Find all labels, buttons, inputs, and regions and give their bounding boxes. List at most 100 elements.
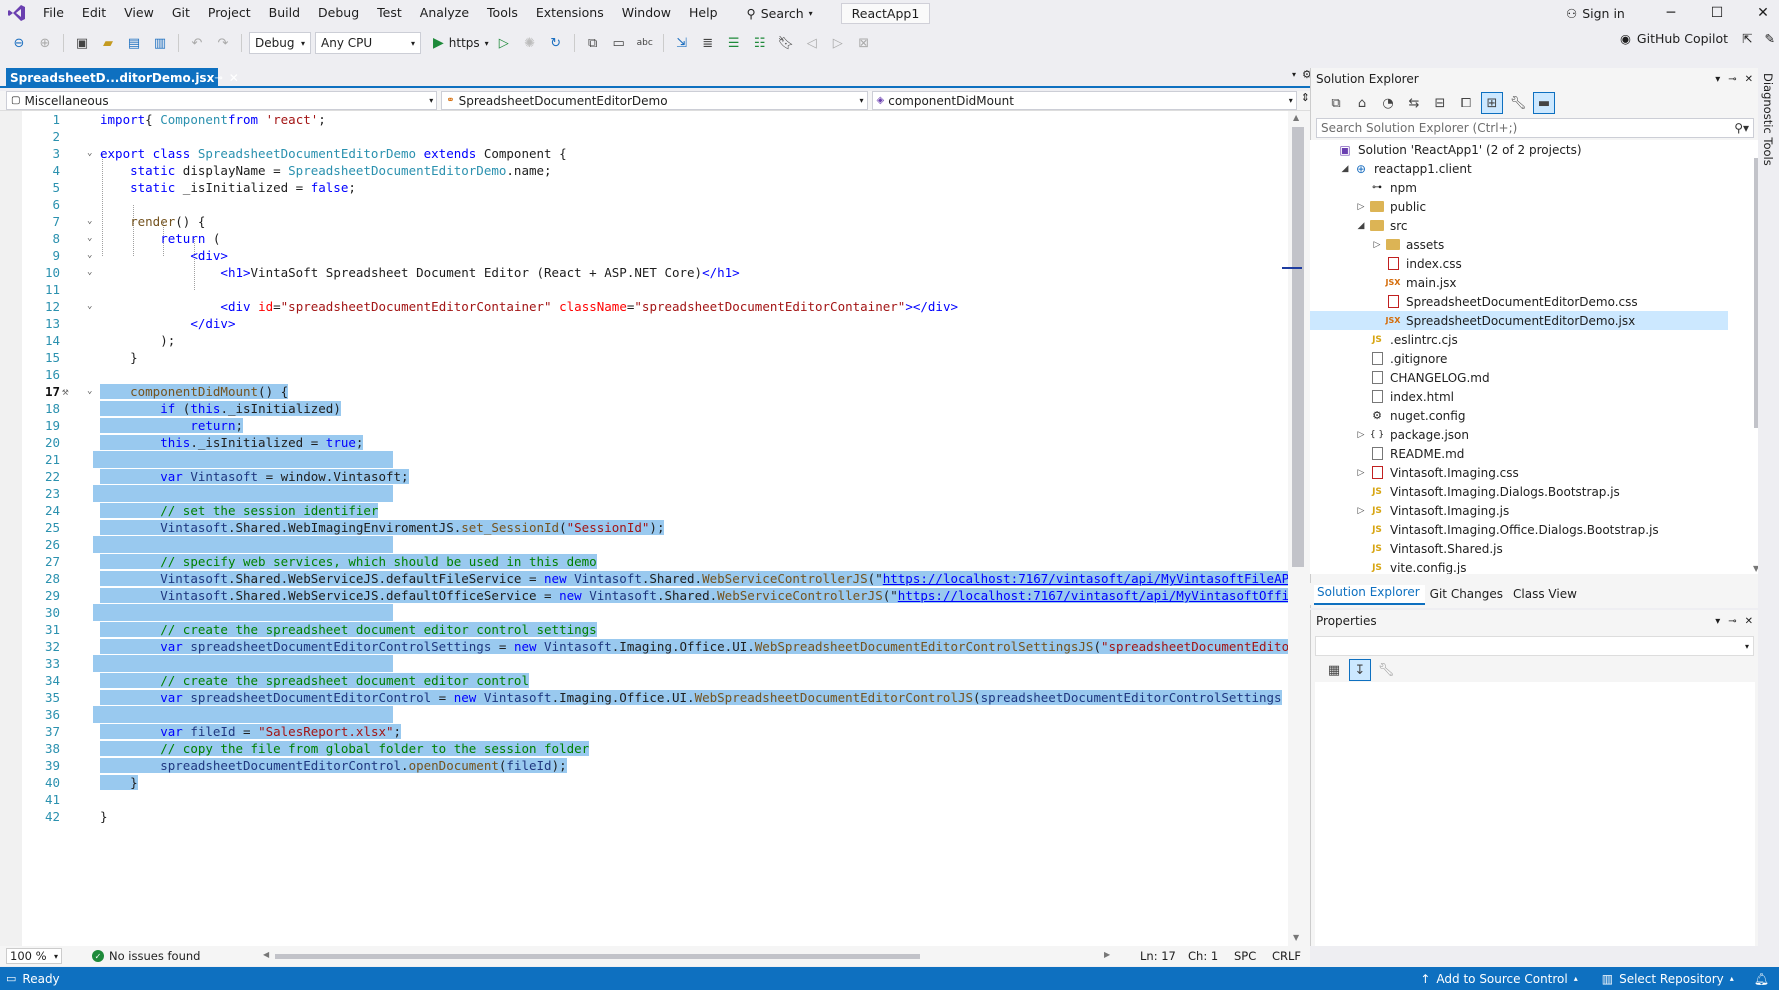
tree-item[interactable]: JSX main.jsx bbox=[1310, 273, 1758, 292]
tab-list-icon[interactable]: ▾ bbox=[1292, 70, 1296, 79]
menu-test[interactable]: Test bbox=[368, 0, 411, 26]
fold-toggle-icon[interactable]: ⌄ bbox=[87, 247, 97, 264]
collapse-all-icon[interactable]: ⊟ bbox=[1429, 92, 1451, 114]
save-all-icon[interactable]: ▥ bbox=[149, 32, 171, 54]
select-repository-button[interactable]: ▥ Select Repository ▴ bbox=[1602, 972, 1734, 986]
vertical-scroll-thumb[interactable] bbox=[1292, 127, 1304, 567]
copy-icon[interactable]: ⧠ bbox=[1455, 92, 1477, 114]
switch-views-icon[interactable]: ⧉ bbox=[1325, 92, 1347, 114]
horizontal-scroll-thumb[interactable] bbox=[275, 954, 920, 959]
tree-item[interactable]: JS Vintasoft.Imaging.Office.Dialogs.Boots… bbox=[1310, 520, 1758, 539]
search-box[interactable]: ⚲ Search ▾ bbox=[741, 6, 819, 21]
tree-item[interactable]: SpreadsheetDocumentEditorDemo.css bbox=[1310, 292, 1758, 311]
show-all-files-icon[interactable]: ⊞ bbox=[1481, 92, 1503, 114]
line-ending-indicator[interactable]: CRLF bbox=[1272, 949, 1301, 963]
tree-item[interactable]: ⊶ npm bbox=[1310, 178, 1758, 197]
tab-class-view[interactable]: Class View bbox=[1510, 587, 1582, 605]
platform-dropdown[interactable]: Any CPU ▾ bbox=[315, 32, 421, 54]
fold-toggle-icon[interactable]: ⌄ bbox=[87, 383, 97, 400]
sign-in-button[interactable]: ⚇ Sign in bbox=[1566, 0, 1625, 26]
fold-toggle-icon[interactable]: ⌄ bbox=[87, 298, 97, 315]
fold-toggle-icon[interactable]: ⌄ bbox=[87, 264, 97, 281]
fold-toggle-icon[interactable]: ⌄ bbox=[87, 213, 97, 230]
object-selector[interactable]: ▾ bbox=[1315, 636, 1754, 656]
scroll-left-icon[interactable]: ◀ bbox=[263, 950, 269, 959]
tree-item[interactable]: index.html bbox=[1310, 387, 1758, 406]
close-icon[interactable]: ✕ bbox=[1745, 74, 1753, 85]
tree-item[interactable]: ◢ ⊕ reactapp1.client bbox=[1310, 159, 1758, 178]
redo-icon[interactable]: ↷ bbox=[212, 32, 234, 54]
menu-window[interactable]: Window bbox=[613, 0, 680, 26]
tree-item[interactable]: CHANGELOG.md bbox=[1310, 368, 1758, 387]
feedback-icon[interactable]: ✎ bbox=[1765, 31, 1775, 46]
configuration-dropdown[interactable]: Debug ▾ bbox=[249, 32, 311, 54]
pin-icon[interactable]: ⊸ bbox=[1728, 616, 1736, 627]
tree-item[interactable]: ▷ public bbox=[1310, 197, 1758, 216]
expander-icon[interactable]: ▷ bbox=[1354, 202, 1368, 212]
zoom-dropdown[interactable]: 100 % ▾ bbox=[6, 948, 62, 964]
preview-icon[interactable]: ▬ bbox=[1533, 92, 1555, 114]
start-without-debugging-icon[interactable]: ▷ bbox=[493, 32, 515, 54]
expander-icon[interactable]: ◢ bbox=[1354, 221, 1368, 231]
menu-project[interactable]: Project bbox=[199, 0, 260, 26]
open-folder-icon[interactable]: ▰ bbox=[97, 32, 119, 54]
back-icon[interactable]: ⊖ bbox=[8, 32, 30, 54]
tree-item[interactable]: JS Vintasoft.Shared.js bbox=[1310, 539, 1758, 558]
tree-item[interactable]: README.md bbox=[1310, 444, 1758, 463]
menu-help[interactable]: Help bbox=[680, 0, 727, 26]
expander-icon[interactable]: ▷ bbox=[1354, 430, 1368, 440]
format-icon[interactable]: ≣ bbox=[697, 32, 719, 54]
tree-item[interactable]: ⚙ nuget.config bbox=[1310, 406, 1758, 425]
bookmark-icon[interactable]: 🔖︎ bbox=[775, 32, 797, 54]
project-dropdown[interactable]: ▢ Miscellaneous ▾ bbox=[6, 91, 438, 110]
expander-icon[interactable]: ▷ bbox=[1370, 240, 1384, 250]
scroll-right-icon[interactable]: ▶ bbox=[1104, 950, 1110, 959]
menu-debug[interactable]: Debug bbox=[309, 0, 368, 26]
refresh-icon[interactable]: ↻ bbox=[545, 32, 567, 54]
split-icon[interactable]: ⇕ bbox=[1301, 91, 1310, 110]
tree-item[interactable]: ▷ JS Vintasoft.Imaging.js bbox=[1310, 501, 1758, 520]
menu-file[interactable]: File bbox=[34, 0, 73, 26]
member-dropdown[interactable]: ◈ componentDidMount ▾ bbox=[871, 91, 1297, 110]
close-icon[interactable]: ✕ bbox=[1745, 616, 1753, 627]
next-bookmark-icon[interactable]: ▷ bbox=[827, 32, 849, 54]
window-position-icon[interactable]: ▾ bbox=[1715, 616, 1720, 627]
tab-solution-explorer[interactable]: Solution Explorer bbox=[1314, 585, 1425, 605]
tree-item[interactable]: JS Vintasoft.Imaging.Dialogs.Bootstrap.js bbox=[1310, 482, 1758, 501]
pin-icon[interactable]: ⊸ bbox=[1728, 74, 1736, 85]
comment-icon[interactable]: ☰ bbox=[723, 32, 745, 54]
tree-item[interactable]: ▷ Vintasoft.Imaging.css bbox=[1310, 463, 1758, 482]
tree-item[interactable]: .gitignore bbox=[1310, 349, 1758, 368]
whitespace-indicator[interactable]: SPC bbox=[1234, 949, 1256, 963]
menu-edit[interactable]: Edit bbox=[73, 0, 115, 26]
scroll-down-icon[interactable]: ▼ bbox=[1293, 933, 1299, 942]
prev-bookmark-icon[interactable]: ◁ bbox=[801, 32, 823, 54]
step-icon[interactable]: ⇲ bbox=[671, 32, 693, 54]
expander-icon[interactable]: ◢ bbox=[1338, 164, 1352, 174]
alphabetical-icon[interactable]: ↧ bbox=[1349, 659, 1371, 681]
sync-icon[interactable]: ⇆ bbox=[1403, 92, 1425, 114]
tree-item[interactable]: JS vite.config.js bbox=[1310, 558, 1758, 575]
visual-studio-logo-icon[interactable] bbox=[0, 0, 34, 26]
expander-icon[interactable]: ▷ bbox=[1354, 468, 1368, 478]
tree-item[interactable]: ▷ assets bbox=[1310, 235, 1758, 254]
tab-git-changes[interactable]: Git Changes bbox=[1427, 587, 1508, 605]
hot-reload-icon[interactable]: ✺ bbox=[519, 32, 541, 54]
menu-tools[interactable]: Tools bbox=[478, 0, 527, 26]
clear-bookmarks-icon[interactable]: ⊠ bbox=[853, 32, 875, 54]
properties-icon[interactable]: 🔧︎ bbox=[1507, 92, 1529, 114]
add-to-source-control-button[interactable]: ↑ Add to Source Control ▴ bbox=[1420, 972, 1577, 986]
close-tab-icon[interactable]: ✕ bbox=[229, 71, 239, 85]
scroll-up-icon[interactable]: ▲ bbox=[1293, 113, 1299, 122]
tree-item[interactable]: ▷{ } package.json bbox=[1310, 425, 1758, 444]
notifications-button[interactable]: 🔔︎ bbox=[1754, 972, 1769, 986]
categorized-icon[interactable]: ▦ bbox=[1323, 659, 1345, 681]
tree-item[interactable]: ◢ src bbox=[1310, 216, 1758, 235]
menu-git[interactable]: Git bbox=[163, 0, 199, 26]
code-editor[interactable]: 1 import{ Componentfrom 'react'; 2 3 ⌄ export… bbox=[0, 111, 1310, 946]
history-icon[interactable]: ◔ bbox=[1377, 92, 1399, 114]
tree-item[interactable]: index.css bbox=[1310, 254, 1758, 273]
home-icon[interactable]: ⌂ bbox=[1351, 92, 1373, 114]
tree-item[interactable]: ▣ Solution 'ReactApp1' (2 of 2 projects) bbox=[1310, 140, 1758, 159]
spell-check-icon[interactable]: abc bbox=[634, 32, 656, 54]
